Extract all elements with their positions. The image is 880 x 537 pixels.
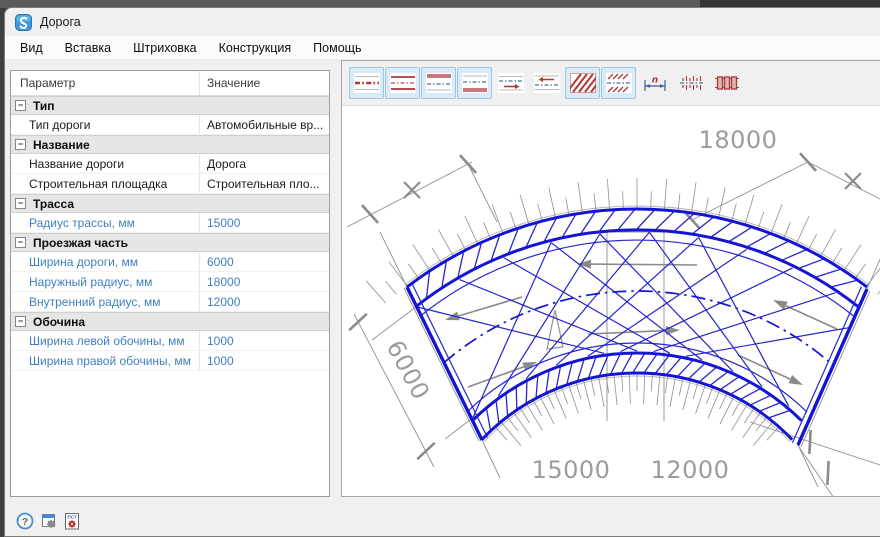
header-value: Значение bbox=[199, 71, 329, 95]
category-row-shoulder[interactable]: − Обочина bbox=[11, 312, 329, 331]
dim-centerline-radius: 15000 bbox=[532, 456, 611, 484]
param-label: Тип дороги bbox=[11, 118, 199, 132]
direction-forward-icon bbox=[498, 73, 524, 93]
table-row[interactable]: Ширина левой обочины, мм 1000 bbox=[11, 331, 329, 351]
collapse-icon[interactable]: − bbox=[15, 237, 26, 248]
param-value[interactable]: Автомобильные вр... bbox=[199, 115, 329, 134]
shoulder-hatch-icon bbox=[606, 73, 632, 93]
param-label: Внутренний радиус, мм bbox=[11, 295, 199, 309]
table-row[interactable]: Внутренний радиус, мм 12000 bbox=[11, 292, 329, 312]
param-value[interactable]: 1000 bbox=[199, 331, 329, 350]
category-label: Название bbox=[33, 138, 90, 152]
dimension-n-icon: n bbox=[642, 73, 668, 93]
status-bar: ? ПСТ bbox=[5, 505, 880, 537]
parameter-table: Параметр Значение − Тип Тип дороги Автом… bbox=[10, 70, 330, 497]
param-value[interactable]: Строительная пло... bbox=[199, 174, 329, 193]
table-row[interactable]: Название дороги Дорога bbox=[11, 154, 329, 174]
table-row[interactable]: Строительная площадка Строительная пло..… bbox=[11, 174, 329, 194]
pst-document-icon: ПСТ bbox=[63, 512, 81, 530]
toggle-thick-bottom-edge[interactable] bbox=[457, 67, 492, 99]
drawing-canvas: 18000 6000 15000 12000 bbox=[342, 105, 880, 497]
param-label: Название дороги bbox=[11, 157, 199, 171]
svg-text:ПСТ: ПСТ bbox=[67, 515, 77, 520]
param-label: Ширина правой обочины, мм bbox=[11, 354, 199, 368]
table-row[interactable]: Ширина правой обочины, мм 1000 bbox=[11, 351, 329, 371]
param-label: Радиус трассы, мм bbox=[11, 216, 199, 230]
toggle-shoulder-hatch[interactable] bbox=[601, 67, 636, 99]
road-drawing: 18000 6000 15000 12000 bbox=[342, 106, 880, 497]
param-label: Ширина дороги, мм bbox=[11, 255, 199, 269]
menu-insert[interactable]: Вставка bbox=[54, 38, 122, 58]
table-row[interactable]: Тип дороги Автомобильные вр... bbox=[11, 115, 329, 135]
collapse-icon[interactable]: − bbox=[15, 139, 26, 150]
axis-dashdot-icon bbox=[354, 73, 380, 93]
toggle-road-edges[interactable] bbox=[385, 67, 420, 99]
thick-top-edge-icon bbox=[426, 73, 452, 93]
toggle-slope-ticks[interactable] bbox=[673, 67, 708, 99]
preview-panel: n bbox=[341, 60, 880, 497]
menu-view[interactable]: Вид bbox=[9, 38, 54, 58]
category-label: Тип bbox=[33, 99, 55, 113]
thick-bottom-edge-icon bbox=[462, 73, 488, 93]
svg-text:n: n bbox=[651, 76, 657, 86]
menu-bar: Вид Вставка Штриховка Конструкция Помощь bbox=[5, 36, 880, 60]
pst-settings-button[interactable]: ПСТ bbox=[63, 512, 81, 530]
settings-window-icon bbox=[40, 512, 58, 530]
help-button[interactable]: ? bbox=[16, 512, 34, 530]
road-edges-icon bbox=[390, 73, 416, 93]
dim-road-width: 6000 bbox=[381, 336, 435, 405]
category-row-type[interactable]: − Тип bbox=[11, 96, 329, 115]
toggle-full-hatch[interactable] bbox=[565, 67, 600, 99]
full-hatch-icon bbox=[570, 73, 596, 93]
table-row[interactable]: Радиус трассы, мм 15000 bbox=[11, 213, 329, 233]
param-value[interactable]: 6000 bbox=[199, 252, 329, 271]
toggle-direction-forward[interactable] bbox=[493, 67, 528, 99]
toggle-direction-backward[interactable] bbox=[529, 67, 564, 99]
category-label: Проезжая часть bbox=[33, 236, 128, 250]
param-value[interactable]: Дорога bbox=[199, 154, 329, 173]
app-icon bbox=[15, 14, 32, 31]
param-label: Строительная площадка bbox=[11, 177, 199, 191]
toggle-thick-top-edge[interactable] bbox=[421, 67, 456, 99]
param-value[interactable]: 1000 bbox=[199, 351, 329, 370]
menu-construction[interactable]: Конструкция bbox=[208, 38, 303, 58]
dim-outer-radius: 18000 bbox=[699, 126, 778, 154]
toggle-culvert[interactable] bbox=[709, 67, 744, 99]
category-row-name[interactable]: − Название bbox=[11, 135, 329, 154]
param-value[interactable]: 18000 bbox=[199, 272, 329, 291]
category-label: Трасса bbox=[33, 197, 74, 211]
table-header: Параметр Значение bbox=[11, 71, 329, 96]
header-parameter: Параметр bbox=[11, 76, 199, 90]
param-label: Наружный радиус, мм bbox=[11, 275, 199, 289]
display-toolbar: n bbox=[342, 61, 880, 105]
menu-hatch[interactable]: Штриховка bbox=[122, 38, 208, 58]
toggle-axis-dashdot[interactable] bbox=[349, 67, 384, 99]
dim-inner-radius: 12000 bbox=[651, 456, 730, 484]
menu-help[interactable]: Помощь bbox=[302, 38, 372, 58]
category-row-carriageway[interactable]: − Проезжая часть bbox=[11, 233, 329, 252]
direction-backward-icon bbox=[534, 73, 560, 93]
collapse-icon[interactable]: − bbox=[15, 198, 26, 209]
category-label: Обочина bbox=[33, 315, 85, 329]
toggle-dimension-n[interactable]: n bbox=[637, 67, 672, 99]
category-row-route[interactable]: − Трасса bbox=[11, 194, 329, 213]
param-label: Ширина левой обочины, мм bbox=[11, 334, 199, 348]
param-value[interactable]: 12000 bbox=[199, 292, 329, 311]
collapse-icon[interactable]: − bbox=[15, 100, 26, 111]
window-titlebar[interactable]: Дорога bbox=[5, 8, 880, 36]
slope-ticks-icon bbox=[678, 73, 704, 93]
window-title: Дорога bbox=[40, 15, 81, 29]
road-dialog-window: Дорога Вид Вставка Штриховка Конструкция… bbox=[4, 7, 880, 537]
help-icon: ? bbox=[16, 512, 34, 530]
culvert-icon bbox=[714, 73, 740, 93]
table-row[interactable]: Ширина дороги, мм 6000 bbox=[11, 252, 329, 272]
table-row[interactable]: Наружный радиус, мм 18000 bbox=[11, 272, 329, 292]
svg-text:?: ? bbox=[22, 516, 28, 528]
settings-button[interactable] bbox=[40, 512, 58, 530]
collapse-icon[interactable]: − bbox=[15, 316, 26, 327]
param-value[interactable]: 15000 bbox=[199, 213, 329, 232]
